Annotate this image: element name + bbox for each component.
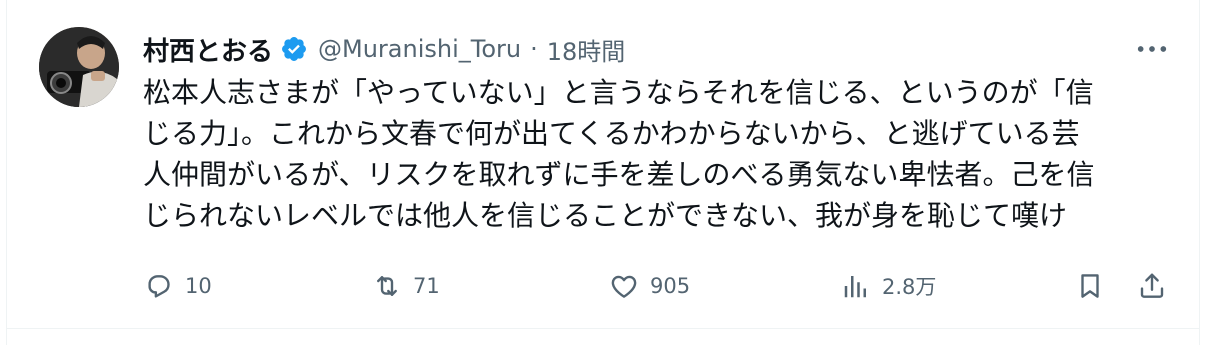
- tweet-header: 村西とおる @Muranishi_Toru · 18時間: [143, 29, 625, 69]
- share-icon: [1136, 270, 1168, 302]
- separator-dot: ·: [530, 35, 538, 63]
- tweet-text-line: 松本人志さまが「やっていない」と言うならそれを信じる、というのが「信: [143, 76, 1094, 109]
- reply-count: 10: [185, 274, 212, 298]
- share-button[interactable]: [1136, 262, 1168, 310]
- views-count: 2.8万: [882, 275, 937, 299]
- author-handle[interactable]: @Muranishi_Toru: [318, 35, 521, 63]
- like-button[interactable]: 905: [608, 262, 690, 310]
- tweet-text-line: じる力」。これから文春で何が出てくるかわからないから、と逃げている芸: [143, 117, 1080, 150]
- like-count: 905: [650, 274, 691, 298]
- avatar[interactable]: [39, 27, 119, 107]
- retweet-count: 71: [413, 274, 440, 298]
- reply-button[interactable]: 10: [143, 262, 212, 310]
- action-bar: 10 71 905 2.8万: [0, 262, 1207, 310]
- tweet-text-line: じられないレベルでは他人を信じることができない、我が身を恥じて嘆け: [143, 199, 1068, 232]
- views-button[interactable]: 2.8万: [840, 262, 936, 310]
- verified-badge-icon: [280, 35, 308, 63]
- heart-icon: [608, 270, 640, 302]
- views-icon: [840, 270, 872, 302]
- more-icon[interactable]: [1134, 35, 1170, 63]
- retweet-icon: [371, 270, 403, 302]
- reply-icon: [143, 270, 175, 302]
- bookmark-button[interactable]: [1074, 262, 1106, 310]
- timestamp[interactable]: 18時間: [547, 32, 626, 67]
- divider: [6, 328, 1200, 329]
- retweet-button[interactable]: 71: [371, 262, 440, 310]
- tweet-text-line: 人仲間がいるが、リスクを取れずに手を差しのべる勇気ない卑怯者。己を信: [143, 158, 1095, 191]
- tweet-text: 松本人志さまが「やっていない」と言うならそれを信じる、というのが「信 じる力」。…: [143, 72, 1173, 236]
- avatar-image: [39, 27, 119, 107]
- bookmark-icon: [1074, 270, 1106, 302]
- author-name[interactable]: 村西とおる: [143, 31, 273, 68]
